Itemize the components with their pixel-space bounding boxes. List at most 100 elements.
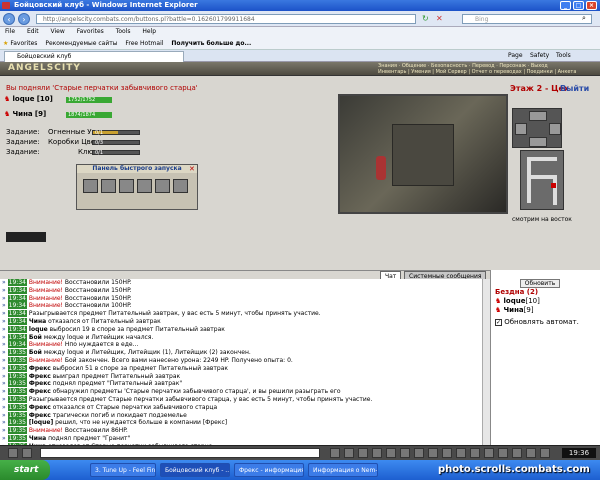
private-arrow-icon[interactable]: » [2,427,8,434]
menu-profile[interactable]: Анкета [558,69,577,75]
group-member[interactable]: ♞ loque[10] [495,297,540,305]
turn-right-button[interactable] [549,123,561,135]
menu-transfer-report[interactable]: Отчет о переводах [472,69,522,75]
chat-nick[interactable]: Чина [29,435,46,442]
toolbar-icon[interactable] [22,448,32,458]
menu-favorites[interactable]: Favorites [77,28,104,35]
fav-item-more[interactable]: Получить больше до... [171,40,251,47]
chat-nick[interactable]: Фрекс [29,373,51,380]
url-input[interactable]: http://angelscity.combats.com/buttons.pl… [36,14,416,24]
menu-view[interactable]: View [51,28,65,35]
arrow-back-button[interactable] [529,137,547,147]
chat-nick[interactable]: loque [29,326,48,333]
menu-edit[interactable]: Edit [27,28,39,35]
arrow-forward-button[interactable] [529,111,547,121]
start-button[interactable]: start [0,460,50,480]
search-input[interactable]: Bing [462,14,592,24]
chat-nick[interactable]: Чина [29,318,46,325]
exit-link[interactable]: Выйти [560,84,589,93]
private-arrow-icon[interactable]: » [2,349,8,356]
taskbar-item[interactable]: Бойцовский клуб - ... [160,463,230,477]
quick-slot[interactable] [101,179,116,193]
menu-fights[interactable]: Поединки [527,69,553,75]
private-arrow-icon[interactable]: » [2,287,8,294]
private-arrow-icon[interactable]: » [2,279,8,286]
toolbar-icon[interactable] [330,448,340,458]
toolbar-icon[interactable] [442,448,452,458]
toolbar-icon[interactable] [414,448,424,458]
tab-active[interactable]: Бойцовский клуб [4,51,184,62]
menu-help[interactable]: Help [142,28,156,35]
toolbar-icon[interactable] [372,448,382,458]
taskbar-item[interactable]: Информация о Nem-... [308,463,378,477]
player-name[interactable]: Чина [13,110,33,118]
quick-slot[interactable] [155,179,170,193]
private-arrow-icon[interactable]: » [2,380,8,387]
toolbar-icon[interactable] [344,448,354,458]
chat-nick[interactable]: Фрекс [29,404,51,411]
search-icon[interactable]: ⌕ [582,14,586,23]
refresh-button[interactable]: Обновить [520,279,560,288]
private-arrow-icon[interactable]: » [2,373,8,380]
chat-nick[interactable]: Фрекс [29,412,51,419]
maximize-button[interactable]: □ [573,1,584,10]
chat-nick[interactable]: Бой [29,349,42,356]
toolbar-icon[interactable] [540,448,550,458]
private-arrow-icon[interactable]: » [2,419,8,426]
page-menu[interactable]: Page [508,52,523,59]
toolbar-icon[interactable] [358,448,368,458]
safety-menu[interactable]: Safety [530,52,549,59]
private-arrow-icon[interactable]: » [2,404,8,411]
private-arrow-icon[interactable]: » [2,412,8,419]
menu-tools[interactable]: Tools [116,28,131,35]
toolbar-icon[interactable] [484,448,494,458]
private-arrow-icon[interactable]: » [2,357,8,364]
chat-nick[interactable]: [loque] [29,419,53,426]
quick-slot[interactable] [173,179,188,193]
toolbar-icon[interactable] [456,448,466,458]
toolbar-icon[interactable] [386,448,396,458]
tools-menu[interactable]: Tools [556,52,571,59]
quick-slot[interactable] [83,179,98,193]
private-arrow-icon[interactable]: » [2,310,8,317]
menu-skills[interactable]: Умения [411,69,430,75]
private-arrow-icon[interactable]: » [2,388,8,395]
group-member[interactable]: ♞ Чина[9] [495,306,534,314]
fav-item-recommended[interactable]: Рекомендуемые сайты [45,40,117,47]
private-arrow-icon[interactable]: » [2,318,8,325]
chat-input[interactable] [40,448,320,458]
stop-icon[interactable]: ✕ [436,14,443,23]
toolbar-icon[interactable] [470,448,480,458]
favorites-button[interactable]: Favorites [10,40,37,47]
menu-server[interactable]: Мой Сервер [436,69,467,75]
fav-item-hotmail[interactable]: Free Hotmail [125,40,163,47]
close-icon[interactable]: ✕ [189,165,195,173]
refresh-icon[interactable]: ↻ [422,14,429,23]
back-icon[interactable]: ‹ [3,13,15,25]
private-arrow-icon[interactable]: » [2,326,8,333]
toolbar-icon[interactable] [526,448,536,458]
monster-figure[interactable] [376,156,386,180]
chat-nick[interactable]: Фрекс [29,380,51,387]
private-arrow-icon[interactable]: » [2,435,8,442]
private-arrow-icon[interactable]: » [2,302,8,309]
player-name[interactable]: loque [13,95,35,103]
minimize-button[interactable]: _ [560,1,571,10]
toolbar-icon[interactable] [498,448,508,458]
close-button[interactable]: × [586,1,597,10]
private-arrow-icon[interactable]: » [2,396,8,403]
toolbar-icon[interactable] [512,448,522,458]
forward-icon[interactable]: › [18,13,30,25]
chat-nick[interactable]: Фрекс [29,388,51,395]
turn-left-button[interactable] [515,123,527,135]
taskbar-item[interactable]: Фрекс - информация... [234,463,304,477]
menu-inventory[interactable]: Инвентарь [378,69,406,75]
toolbar-icon[interactable] [400,448,410,458]
toolbar-icon[interactable] [428,448,438,458]
menu-file[interactable]: File [5,28,15,35]
chat-nick[interactable]: Бой [29,334,42,341]
private-arrow-icon[interactable]: » [2,334,8,341]
auto-refresh-checkbox[interactable]: ✓ [495,318,502,326]
private-arrow-icon[interactable]: » [2,295,8,302]
quick-slot[interactable] [137,179,152,193]
